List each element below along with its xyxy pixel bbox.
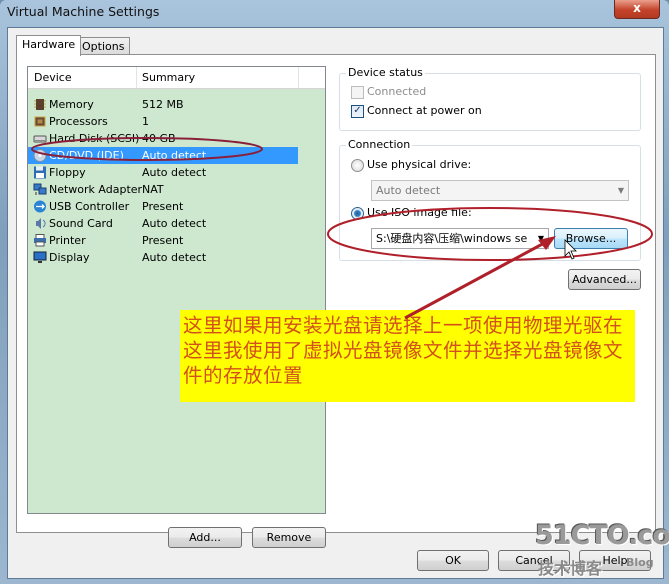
ok-button[interactable]: OK [417, 550, 489, 571]
chevron-down-icon: ▼ [617, 186, 624, 195]
iso-image-path-value: S:\硬盘内容\压缩\windows ser [376, 232, 528, 245]
column-separator[interactable] [298, 67, 299, 88]
device-row-cd-dvd-ide[interactable]: CD/DVD (IDE) Auto detect [28, 147, 298, 164]
device-summary: Auto detect [142, 251, 207, 264]
column-header-device[interactable]: Device [34, 71, 72, 84]
device-row-network-adapter[interactable]: Network Adapter NAT [28, 181, 298, 198]
watermark-logo: 51CTO.com [535, 520, 669, 551]
floppy-icon [33, 166, 47, 179]
title-bar[interactable]: Virtual Machine Settings x [0, 0, 669, 26]
checkmark-icon: ✓ [353, 105, 362, 116]
device-row-hard-disk-scsi[interactable]: Hard Disk (SCSI) 40 GB [28, 130, 298, 147]
device-status-title: Device status [346, 66, 425, 79]
device-name: Printer [49, 234, 86, 247]
advanced-button[interactable]: Advanced... [568, 269, 641, 290]
device-summary: Present [142, 234, 184, 247]
virtual-machine-settings-window: Virtual Machine Settings x Hardware Opti… [0, 0, 669, 584]
printer-icon [33, 234, 47, 247]
use-physical-drive-label: Use physical drive: [367, 158, 472, 171]
device-summary: Auto detect [142, 217, 207, 230]
annotation-text: 这里如果用安装光盘请选择上一项使用物理光驱在这里我使用了虚拟光盘镜像文件并选择光… [183, 314, 624, 387]
column-header-summary[interactable]: Summary [142, 71, 195, 84]
device-name: Display [49, 251, 90, 264]
device-row-printer[interactable]: Printer Present [28, 232, 298, 249]
device-summary: Auto detect [142, 166, 207, 179]
device-summary: NAT [142, 183, 164, 196]
chevron-down-icon: ▼ [537, 234, 544, 243]
hardware-tab-panel: Device Summary Memory 512 MB Processors 1 Ha… [16, 54, 656, 548]
watermark-subtitle: 技术博客 [538, 559, 603, 578]
memory-icon [33, 98, 47, 111]
device-name: Processors [49, 115, 108, 128]
network-adapter-icon [33, 183, 47, 196]
device-row-usb-controller[interactable]: USB Controller Present [28, 198, 298, 215]
physical-drive-value: Auto detect [376, 184, 441, 197]
device-name: Memory [49, 98, 94, 111]
hard-disk-icon [33, 132, 47, 145]
device-name: CD/DVD (IDE) [49, 149, 124, 162]
connected-checkbox[interactable] [351, 86, 364, 99]
device-summary: Present [142, 200, 184, 213]
use-iso-image-label: Use ISO image file: [367, 206, 472, 219]
device-row-processors[interactable]: Processors 1 [28, 113, 298, 130]
device-name: Floppy [49, 166, 86, 179]
connected-label: Connected [367, 85, 427, 98]
device-list[interactable]: Device Summary Memory 512 MB Processors 1 Ha… [27, 66, 326, 514]
close-button[interactable]: x [614, 0, 660, 19]
use-iso-image-radio[interactable] [351, 207, 364, 220]
sound-card-icon [33, 217, 47, 230]
device-status-group: Device status Connected ✓ Connect at pow… [339, 66, 641, 131]
device-row-memory[interactable]: Memory 512 MB [28, 96, 298, 113]
add-button[interactable]: Add... [168, 527, 242, 548]
tab-options[interactable]: Options [76, 37, 131, 55]
connect-at-power-on-label: Connect at power on [367, 104, 482, 117]
connection-title: Connection [346, 138, 413, 151]
tab-hardware[interactable]: Hardware [16, 35, 82, 56]
physical-drive-select[interactable]: Auto detect ▼ [371, 180, 629, 201]
device-row-sound-card[interactable]: Sound Card Auto detect [28, 215, 298, 232]
device-list-header: Device Summary [28, 67, 325, 89]
device-name: Network Adapter [49, 183, 143, 196]
display-icon [33, 251, 47, 264]
device-row-display[interactable]: Display Auto detect [28, 249, 298, 266]
iso-image-path-combo[interactable]: S:\硬盘内容\压缩\windows ser ▼ [371, 228, 549, 249]
annotation-callout: 这里如果用安装光盘请选择上一项使用物理光驱在这里我使用了虚拟光盘镜像文件并选择光… [180, 310, 635, 402]
device-summary: 1 [142, 115, 149, 128]
device-summary: Auto detect [142, 149, 207, 162]
remove-button[interactable]: Remove [252, 527, 326, 548]
usb-icon [33, 200, 47, 213]
close-icon: x [633, 1, 641, 15]
device-name: Sound Card [49, 217, 113, 230]
connection-group: Connection Use physical drive: Auto dete… [339, 138, 641, 261]
device-name: Hard Disk (SCSI) [49, 132, 140, 145]
device-summary: 40 GB [142, 132, 176, 145]
column-separator[interactable] [136, 67, 137, 88]
connect-at-power-on-checkbox[interactable]: ✓ [351, 105, 364, 118]
device-name: USB Controller [49, 200, 130, 213]
browse-button[interactable]: Browse... [554, 228, 628, 249]
device-row-floppy[interactable]: Floppy Auto detect [28, 164, 298, 181]
use-physical-drive-radio[interactable] [351, 159, 364, 172]
window-title: Virtual Machine Settings [7, 4, 160, 19]
cd-dvd-icon [33, 149, 47, 162]
device-summary: 512 MB [142, 98, 184, 111]
processor-icon [33, 115, 47, 128]
dialog-client-area: Hardware Options Device Summary Memory 51… [7, 27, 664, 579]
watermark-blog: Blog [626, 556, 654, 569]
